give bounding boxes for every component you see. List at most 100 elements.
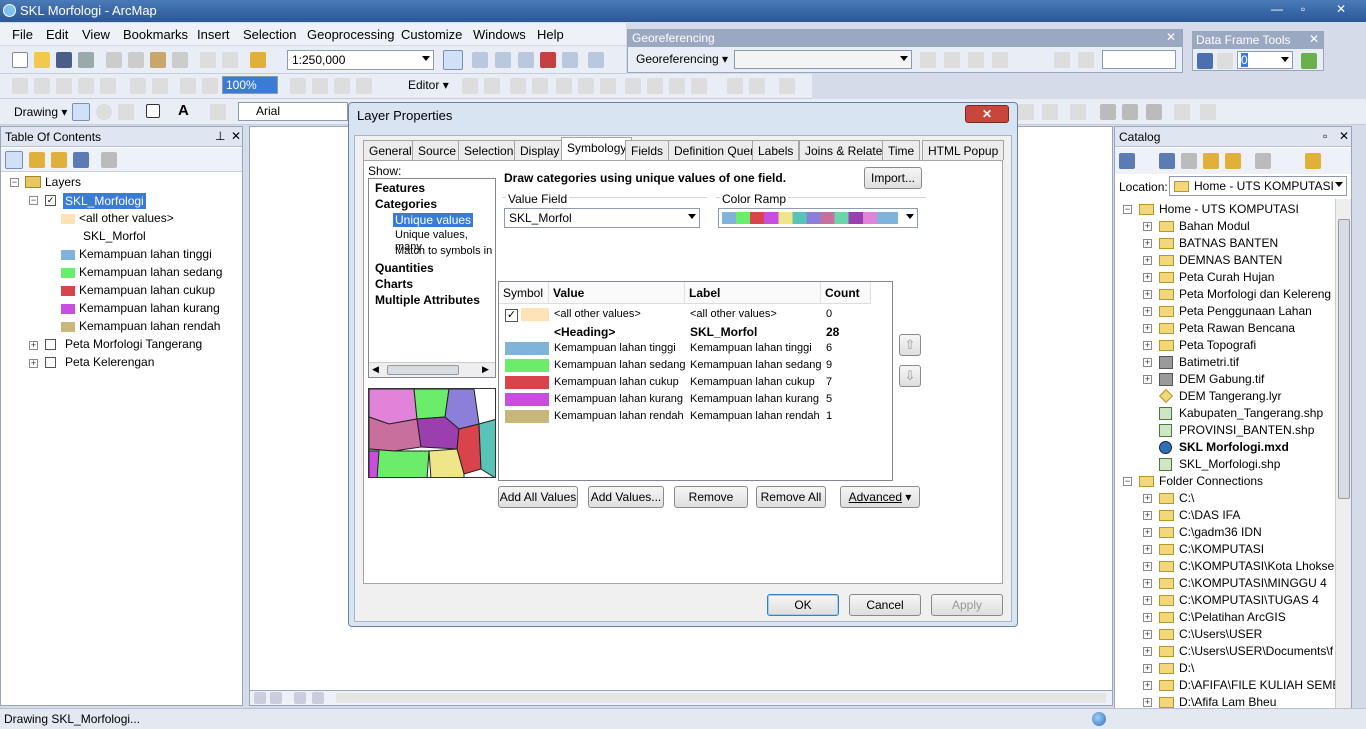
import-button[interactable]: Import... bbox=[864, 167, 922, 189]
georef-layer-combo[interactable] bbox=[734, 50, 912, 69]
zoom-in-fixed-icon[interactable] bbox=[12, 78, 28, 94]
tab-display[interactable]: Display bbox=[514, 140, 566, 160]
refresh-icon[interactable] bbox=[294, 692, 306, 704]
column-header-symbol[interactable]: Symbol bbox=[499, 282, 549, 304]
layers-label[interactable]: Layers bbox=[45, 175, 81, 189]
reshape-icon[interactable] bbox=[625, 78, 641, 94]
attributes-icon[interactable] bbox=[727, 78, 743, 94]
tab-selection[interactable]: Selection bbox=[458, 140, 520, 160]
tab-fields[interactable]: Fields bbox=[625, 140, 670, 160]
table-row[interactable]: Kemampuan lahan kurang Kemampuan lahan k… bbox=[499, 391, 892, 408]
copy-icon[interactable] bbox=[128, 52, 144, 68]
column-header-value[interactable]: Value bbox=[549, 282, 685, 304]
tab-joins-relates[interactable]: Joins & Relates bbox=[799, 140, 895, 160]
edit-tool-icon[interactable] bbox=[462, 78, 478, 94]
data-view-icon[interactable] bbox=[254, 692, 266, 704]
list-by-selection-icon[interactable] bbox=[73, 152, 89, 168]
data-driven-pages-icon[interactable] bbox=[356, 78, 372, 94]
remove-button[interactable]: Remove bbox=[674, 486, 748, 508]
close-button[interactable]: ✕ bbox=[1330, 2, 1352, 18]
symbol-swatch[interactable] bbox=[505, 342, 549, 355]
symbol-swatch[interactable] bbox=[505, 410, 549, 423]
split-icon[interactable] bbox=[669, 78, 685, 94]
symbol-swatch[interactable] bbox=[505, 359, 549, 372]
expand-icon[interactable]: + bbox=[1143, 647, 1152, 656]
expand-icon[interactable]: + bbox=[1143, 664, 1152, 673]
model-builder-icon[interactable] bbox=[588, 52, 604, 68]
scale-georef-icon[interactable] bbox=[968, 52, 984, 68]
data-frame-close-icon[interactable]: ✕ bbox=[1309, 32, 1319, 46]
trace-icon[interactable] bbox=[556, 78, 572, 94]
show-list-scrollbar[interactable]: ◀ ▶ bbox=[369, 362, 495, 377]
menu-bookmarks[interactable]: Bookmarks bbox=[123, 27, 188, 42]
dialog-close-button[interactable]: ✕ bbox=[965, 105, 1009, 123]
time-slider-icon[interactable] bbox=[1146, 104, 1162, 120]
expand-icon[interactable]: + bbox=[1143, 613, 1152, 622]
back-icon[interactable] bbox=[180, 78, 196, 94]
point-icon[interactable] bbox=[578, 78, 594, 94]
flag-icon[interactable] bbox=[1301, 53, 1317, 69]
layer-visibility-checkbox[interactable] bbox=[45, 339, 56, 350]
rotate-icon[interactable] bbox=[691, 78, 707, 94]
straight-segment-icon[interactable] bbox=[510, 78, 526, 94]
zoom-100-icon[interactable] bbox=[100, 78, 116, 94]
layer-name[interactable]: SKL_Morfologi bbox=[63, 193, 146, 209]
cut-icon[interactable] bbox=[106, 52, 122, 68]
show-item-categories[interactable]: Categories bbox=[375, 197, 437, 211]
redo-icon[interactable] bbox=[222, 52, 238, 68]
zoom-out-fixed-icon[interactable] bbox=[34, 78, 50, 94]
html-popup-icon[interactable] bbox=[1042, 104, 1058, 120]
list-by-source-icon[interactable] bbox=[29, 152, 45, 168]
tab-source[interactable]: Source bbox=[412, 140, 463, 160]
pause-drawing-icon[interactable] bbox=[312, 692, 324, 704]
create-features-icon[interactable] bbox=[779, 78, 795, 94]
rotation-combo[interactable]: 0 bbox=[1237, 51, 1293, 69]
open-icon[interactable] bbox=[34, 52, 50, 68]
zoom-combo[interactable]: 100% bbox=[222, 76, 278, 94]
move-up-button[interactable]: ⇧ bbox=[899, 334, 921, 356]
catalog-root[interactable]: Home - UTS KOMPUTASI bbox=[1159, 202, 1299, 216]
pan-icon[interactable] bbox=[56, 78, 72, 94]
remove-all-button[interactable]: Remove All bbox=[756, 486, 826, 508]
print-icon[interactable] bbox=[78, 52, 94, 68]
shift-icon[interactable] bbox=[944, 52, 960, 68]
view-link-table-icon[interactable] bbox=[1054, 52, 1070, 68]
paste-icon[interactable] bbox=[150, 52, 166, 68]
menu-customize[interactable]: Customize bbox=[401, 27, 462, 42]
layer-name[interactable]: Peta Morfologi Tangerang bbox=[65, 337, 202, 351]
scroll-left-icon[interactable]: ◀ bbox=[372, 364, 379, 375]
advanced-button[interactable]: Advanced ▾ bbox=[840, 486, 920, 508]
expand-icon[interactable]: + bbox=[29, 341, 38, 350]
expand-icon[interactable]: + bbox=[1143, 562, 1152, 571]
catalog-maximize-icon[interactable]: ▫ bbox=[1323, 129, 1327, 143]
tab-time[interactable]: Time bbox=[882, 140, 921, 160]
column-header-count[interactable]: Count bbox=[821, 282, 871, 304]
expand-icon[interactable]: + bbox=[1143, 307, 1152, 316]
toc-window-icon[interactable] bbox=[472, 52, 488, 68]
new-text-icon[interactable]: A bbox=[178, 102, 189, 119]
arctoolbox-icon[interactable] bbox=[540, 52, 556, 68]
rotate-data-frame-icon[interactable] bbox=[1197, 53, 1213, 69]
all-other-values-checkbox[interactable]: ✓ bbox=[505, 309, 518, 322]
measure-icon[interactable] bbox=[1122, 104, 1138, 120]
table-row[interactable]: ✓ <all other values> <all other values> … bbox=[499, 306, 892, 323]
table-row[interactable]: <Heading> SKL_Morfol 28 bbox=[499, 323, 892, 340]
expand-icon[interactable]: + bbox=[1143, 239, 1152, 248]
show-item-quantities[interactable]: Quantities bbox=[375, 261, 434, 275]
location-combo[interactable]: Home - UTS KOMPUTASI bbox=[1169, 176, 1347, 196]
toc-options-icon[interactable] bbox=[101, 152, 117, 168]
add-values-button[interactable]: Add Values... bbox=[588, 486, 664, 508]
toc-close-icon[interactable]: ✕ bbox=[231, 129, 241, 143]
move-down-button[interactable]: ⇩ bbox=[899, 365, 921, 387]
expand-icon[interactable]: + bbox=[1143, 324, 1152, 333]
edit-annotation-icon[interactable] bbox=[484, 78, 500, 94]
font-combo[interactable]: Arial bbox=[238, 102, 348, 121]
toc-autohide-icon[interactable]: ⊥ bbox=[215, 129, 225, 143]
show-item-features[interactable]: Features bbox=[375, 181, 425, 195]
expand-icon[interactable]: + bbox=[1143, 528, 1152, 537]
catalog-vertical-scrollbar[interactable] bbox=[1335, 199, 1351, 709]
layout-view-icon[interactable] bbox=[270, 692, 282, 704]
cut-polygons-icon[interactable] bbox=[647, 78, 663, 94]
end-point-arc-icon[interactable] bbox=[532, 78, 548, 94]
table-row[interactable]: Kemampuan lahan cukup Kemampuan lahan cu… bbox=[499, 374, 892, 391]
